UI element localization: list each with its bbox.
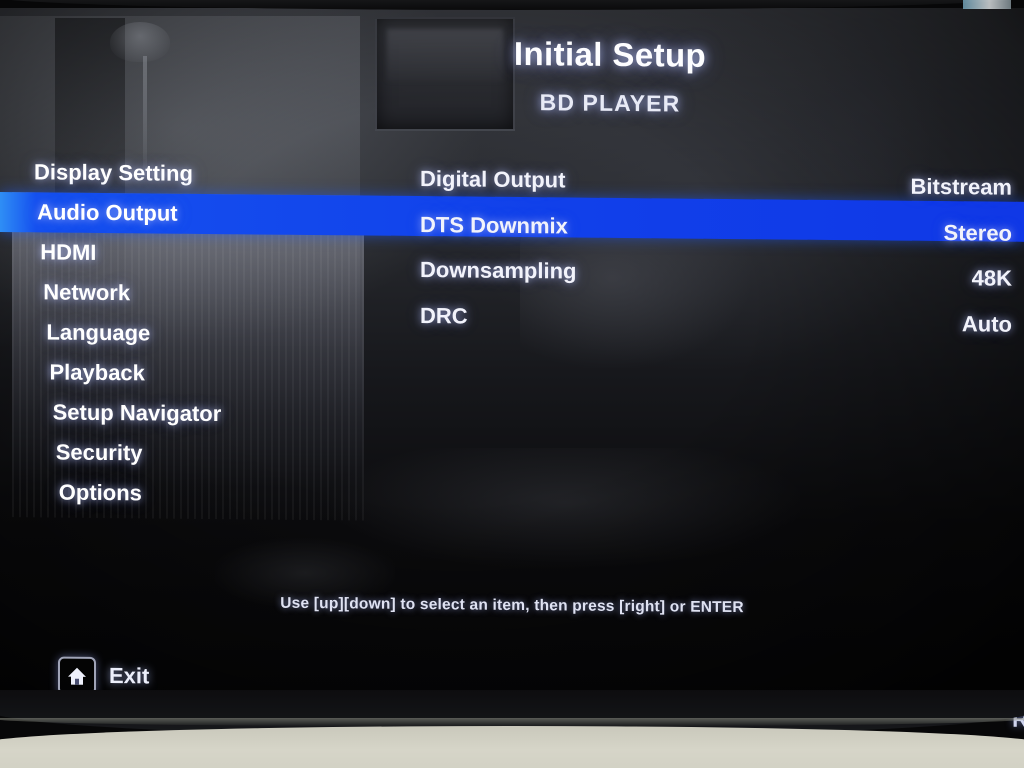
home-icon-glyph: [67, 667, 87, 685]
option-name-dts-downmix[interactable]: DTS Downmix: [420, 205, 568, 246]
option-value-downsampling[interactable]: 48K: [972, 258, 1012, 298]
surface-below-tv: [0, 726, 1024, 768]
option-name-downsampling[interactable]: Downsampling: [420, 250, 576, 292]
osd-layer: Initial Setup BD PLAYER Display Setting A…: [0, 0, 1024, 768]
sidebar-item-label: HDMI: [40, 239, 97, 265]
sidebar-menu: Display Setting Audio Output HDMI Network La…: [0, 0, 1024, 768]
sidebar-item-label: Display Setting: [34, 159, 193, 186]
sidebar-item-label: Language: [46, 319, 151, 346]
top-right-highlight: [963, 0, 1011, 9]
sidebar-item-label: Setup Navigator: [52, 399, 222, 427]
option-value-digital-output[interactable]: Bitstream: [911, 167, 1012, 208]
sidebar-item-label: Audio Output: [37, 199, 178, 226]
option-name-digital-output[interactable]: Digital Output: [420, 159, 565, 200]
tv-screen: Initial Setup BD PLAYER Display Setting A…: [0, 0, 1024, 768]
sidebar-item-label: Playback: [49, 359, 145, 386]
sidebar-item-label: Security: [55, 439, 143, 466]
option-value-dts-downmix[interactable]: Stereo: [944, 213, 1012, 254]
exit-label: Exit: [109, 663, 150, 689]
sidebar-item-options[interactable]: Options: [0, 472, 1024, 522]
sidebar-item-label: Options: [58, 479, 142, 506]
option-value-drc[interactable]: Auto: [962, 304, 1012, 344]
sidebar-item-label: Network: [43, 279, 131, 306]
option-name-drc[interactable]: DRC: [420, 296, 468, 336]
